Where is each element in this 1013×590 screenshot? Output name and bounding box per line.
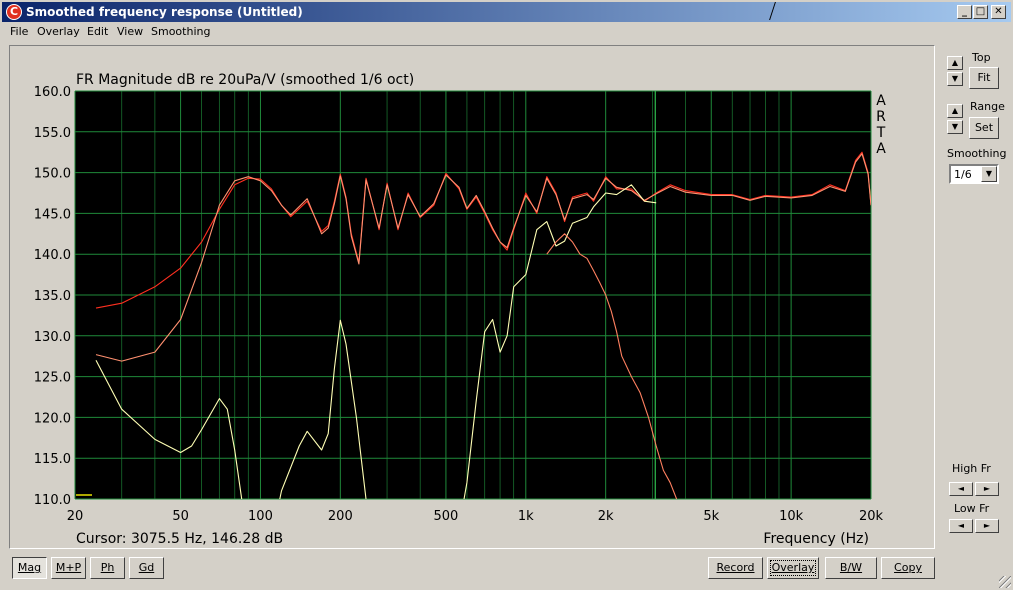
mag-button[interactable]: Mag (12, 557, 47, 579)
resize-grip[interactable] (999, 576, 1011, 588)
watermark-letter: A (876, 141, 886, 157)
bw-button[interactable]: B/W (825, 557, 877, 579)
cursor-readout: Cursor: 3075.5 Hz, 146.28 dB (76, 531, 283, 547)
low-fr-label: Low Fr (954, 502, 990, 515)
x-tick-label: 20k (859, 509, 884, 524)
gd-button-label: Gd (138, 561, 155, 574)
range-label: Range (970, 100, 1005, 113)
x-axis-label: Frequency (Hz) (763, 531, 869, 547)
y-tick-label: 160.0 (34, 85, 71, 100)
copy-button[interactable]: Copy (881, 557, 935, 579)
watermark-letter: T (876, 125, 886, 141)
low-fr-left-button[interactable]: ◄ (949, 519, 973, 533)
mp-button-label: M+P (55, 561, 82, 574)
chart-title: FR Magnitude dB re 20uPa/V (smoothed 1/6… (76, 72, 414, 88)
x-tick-label: 100 (248, 509, 273, 524)
high-fr-left-button[interactable]: ◄ (949, 482, 973, 496)
smoothing-select[interactable]: 1/6 ▼ (949, 164, 999, 184)
x-tick-label: 10k (779, 509, 804, 524)
range-up-button[interactable]: ▲ (947, 104, 963, 118)
x-tick-label: 2k (598, 509, 614, 524)
watermark-letter: R (876, 109, 886, 125)
y-tick-label: 135.0 (34, 289, 71, 304)
overlay-button-label: Overlay (771, 561, 815, 574)
x-tick-label: 200 (328, 509, 353, 524)
top-down-button[interactable]: ▼ (947, 72, 963, 86)
group-delay-button[interactable]: Gd (129, 557, 164, 579)
y-tick-label: 145.0 (34, 207, 71, 222)
frequency-response-chart[interactable]: FR Magnitude dB re 20uPa/V (smoothed 1/6… (0, 0, 1013, 590)
high-fr-right-button[interactable]: ► (975, 482, 999, 496)
top-up-button[interactable]: ▲ (947, 56, 963, 70)
x-tick-label: 50 (172, 509, 189, 524)
y-tick-label: 150.0 (34, 167, 71, 182)
watermark-letter: A (876, 93, 886, 109)
y-tick-label: 110.0 (34, 493, 71, 508)
top-label: Top (972, 51, 991, 64)
fit-button[interactable]: Fit (969, 67, 999, 89)
mag-button-label: Mag (17, 561, 42, 574)
record-button[interactable]: Record (708, 557, 763, 579)
y-tick-label: 140.0 (34, 248, 71, 263)
bw-button-label: B/W (839, 561, 863, 574)
phase-button[interactable]: Ph (90, 557, 125, 579)
low-fr-right-button[interactable]: ► (975, 519, 999, 533)
high-fr-label: High Fr (952, 462, 991, 475)
grid-layer (74, 90, 872, 500)
record-button-label: Record (716, 561, 755, 574)
copy-button-label: Copy (894, 561, 922, 574)
set-button[interactable]: Set (969, 117, 999, 139)
app-window: C Smoothed frequency response (Untitled)… (0, 0, 1013, 590)
overlay-button[interactable]: Overlay (767, 557, 819, 579)
range-down-button[interactable]: ▼ (947, 120, 963, 134)
smoothing-value: 1/6 (954, 168, 972, 181)
ph-button-label: Ph (100, 561, 115, 574)
x-tick-label: 1k (518, 509, 534, 524)
y-tick-label: 120.0 (34, 411, 71, 426)
magnitude-phase-button[interactable]: M+P (51, 557, 86, 579)
chevron-down-icon[interactable]: ▼ (981, 166, 997, 182)
y-tick-label: 155.0 (34, 126, 71, 141)
smoothing-label: Smoothing (947, 147, 1007, 160)
x-tick-label: 20 (67, 509, 84, 524)
x-tick-label: 500 (434, 509, 459, 524)
y-tick-label: 125.0 (34, 371, 71, 386)
y-tick-label: 130.0 (34, 330, 71, 345)
x-tick-label: 5k (703, 509, 719, 524)
y-tick-label: 115.0 (34, 452, 71, 467)
